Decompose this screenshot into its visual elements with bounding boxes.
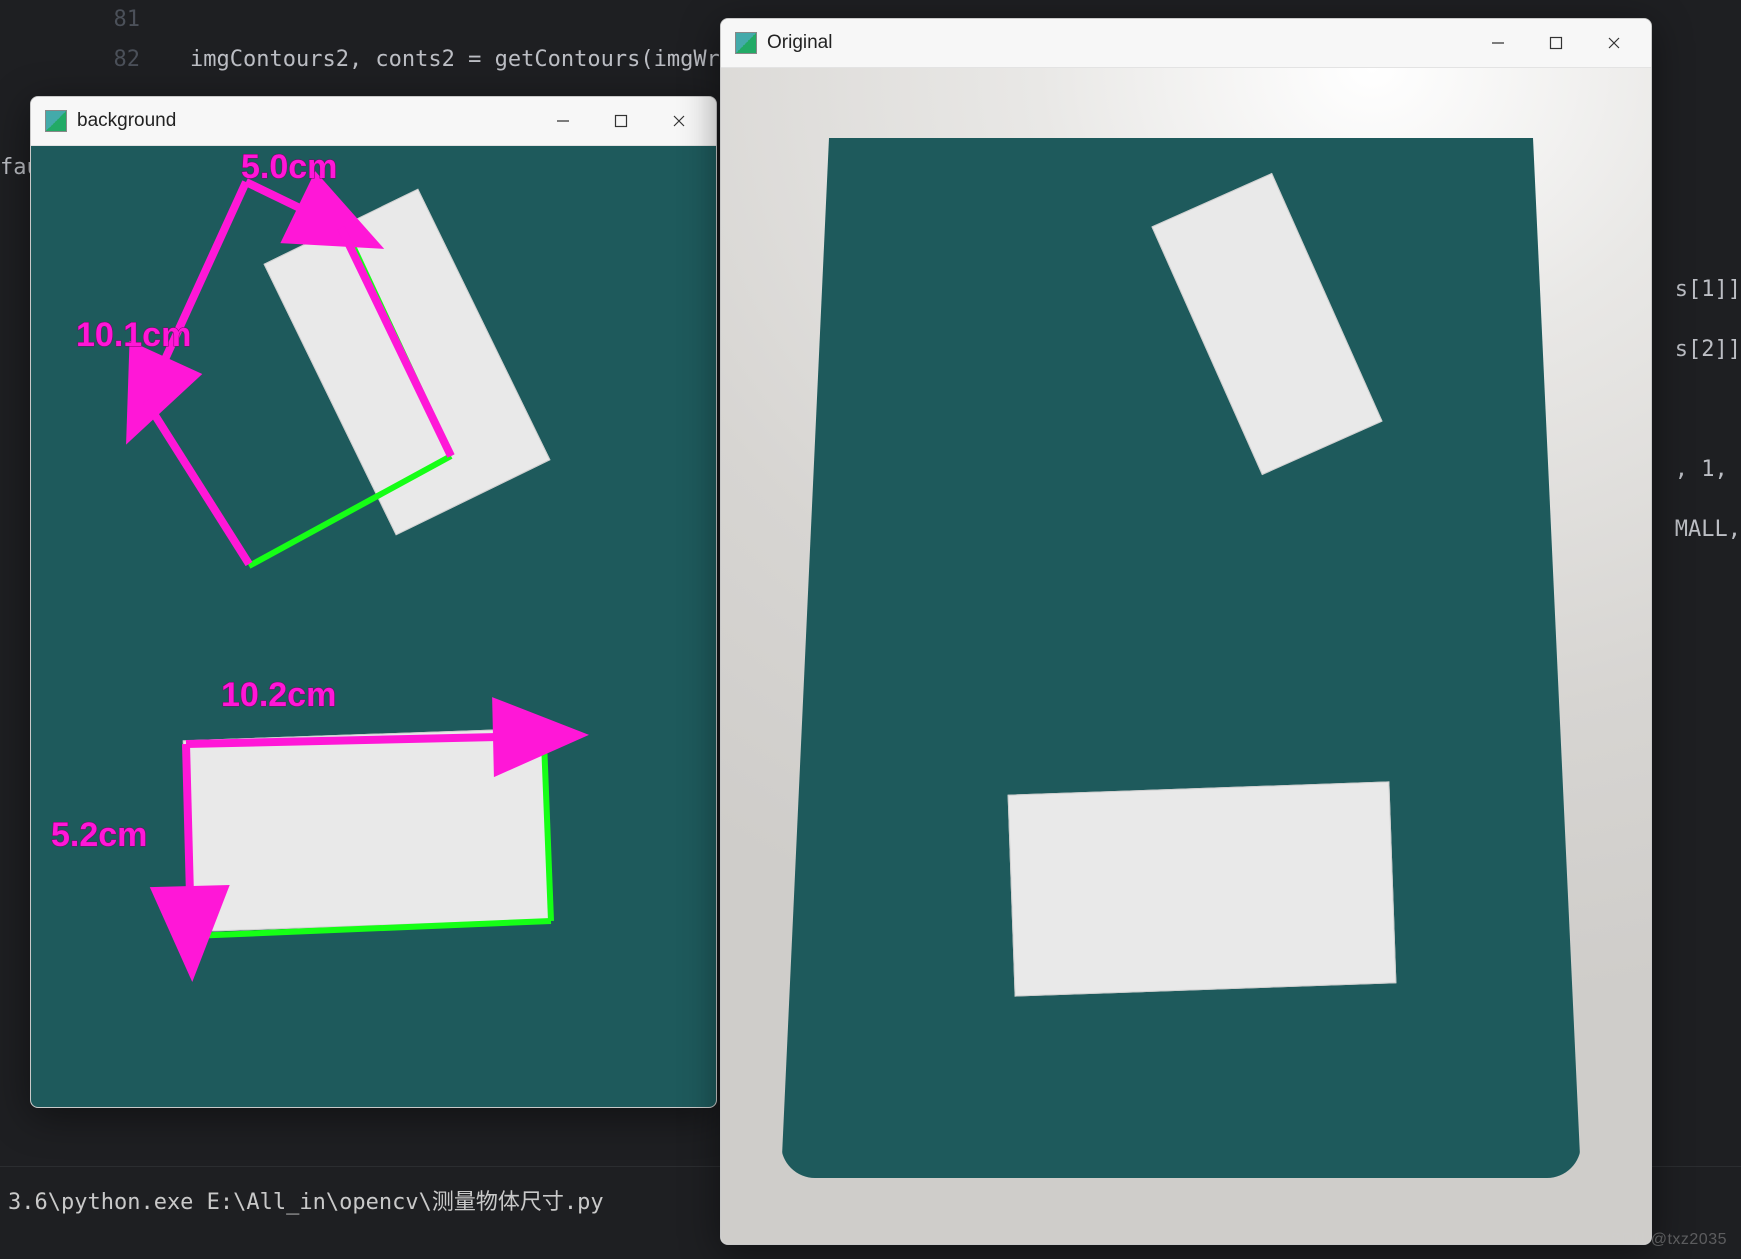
code-fragments-right: s[1]] s[2]] , 1, MALL, bbox=[1675, 260, 1741, 560]
maximize-button[interactable] bbox=[592, 97, 650, 145]
line-number: 81 bbox=[0, 0, 140, 40]
minimize-button[interactable] bbox=[1469, 19, 1527, 67]
window-title: Original bbox=[767, 32, 832, 54]
maximize-button[interactable] bbox=[1527, 19, 1585, 67]
client-area bbox=[721, 68, 1651, 1244]
opencv-icon bbox=[45, 110, 67, 132]
paper-object-2 bbox=[1008, 781, 1397, 996]
minimize-button[interactable] bbox=[534, 97, 592, 145]
window-title: background bbox=[77, 110, 176, 132]
line-number: 82 bbox=[0, 40, 140, 80]
terminal-line: 3.6\python.exe E:\All_in\opencv\测量物体尺寸.p… bbox=[8, 1190, 604, 1215]
titlebar[interactable]: background bbox=[31, 97, 716, 146]
window-background[interactable]: background 5.0cm bbox=[30, 96, 717, 1108]
window-original[interactable]: Original bbox=[720, 18, 1652, 1245]
client-area: 5.0cm 10.1cm 10.2cm 5.2cm bbox=[31, 146, 716, 1107]
close-button[interactable] bbox=[1585, 19, 1643, 67]
opencv-icon bbox=[735, 32, 757, 54]
paper-object-2 bbox=[183, 728, 551, 933]
titlebar[interactable]: Original bbox=[721, 19, 1651, 68]
close-button[interactable] bbox=[650, 97, 708, 145]
